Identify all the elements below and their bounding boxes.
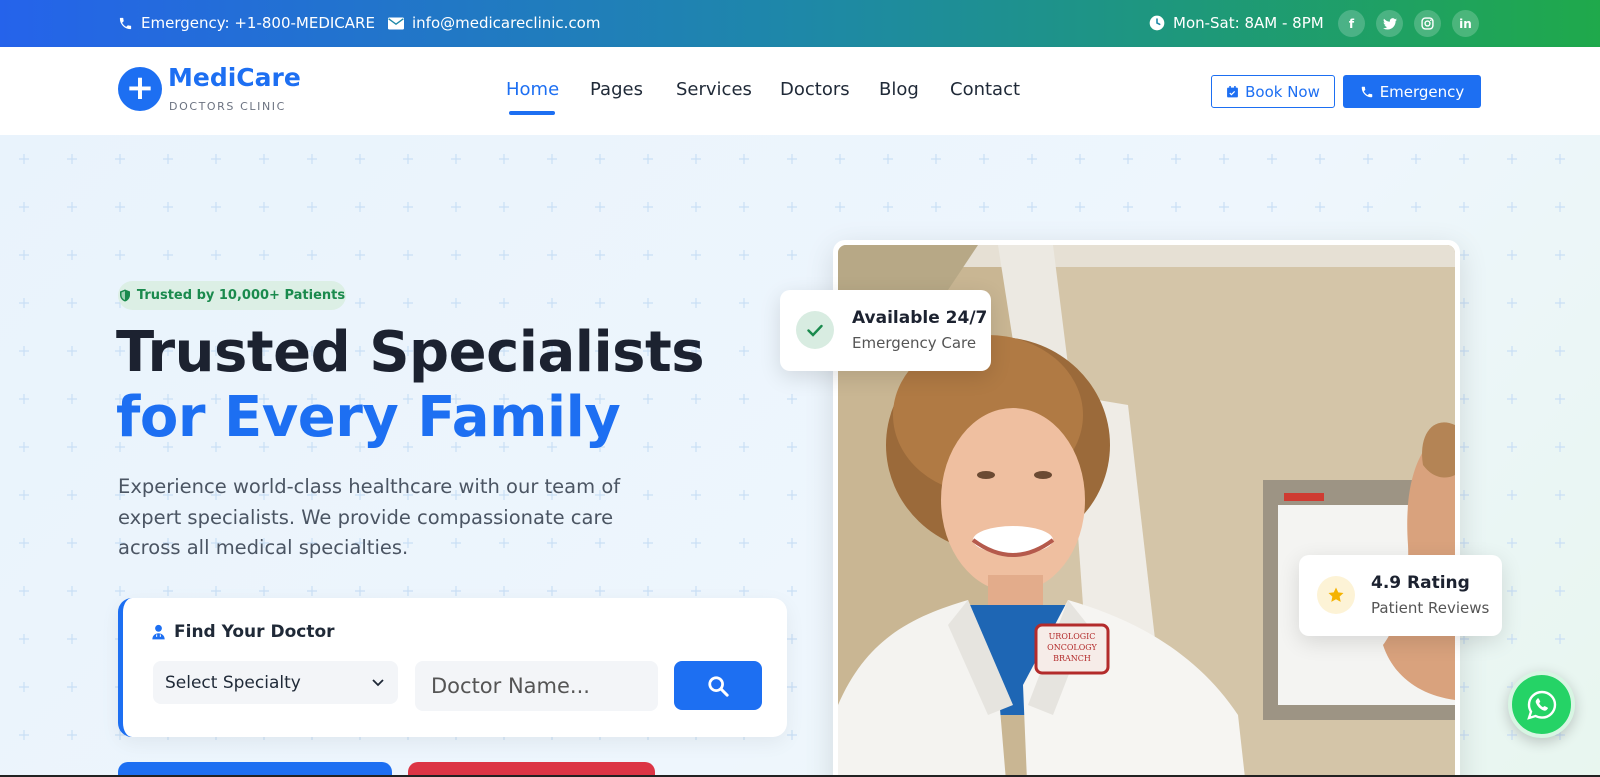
- chevron-down-icon: [372, 678, 384, 686]
- nav-pages[interactable]: Pages: [590, 79, 643, 100]
- opening-hours-text: Mon-Sat: 8AM - 8PM: [1173, 14, 1324, 32]
- specialty-select-value: Select Specialty: [165, 672, 301, 693]
- rating-card: 4.9 Rating Patient Reviews: [1299, 555, 1502, 636]
- hero-section: Trusted by 10,000+ Patients Trusted Spec…: [0, 135, 1600, 777]
- emergency-label: Emergency: [1379, 82, 1465, 101]
- main-navbar: + MediCare DOCTORS CLINIC Home Pages Ser…: [0, 47, 1600, 135]
- top-info-bar: Emergency: +1-800-MEDICARE info@medicare…: [0, 0, 1600, 47]
- find-doctor-panel: Find Your Doctor Select Specialty: [118, 598, 787, 737]
- star-icon: [1317, 576, 1355, 614]
- emergency-phone[interactable]: Emergency: +1-800-MEDICARE: [118, 14, 375, 32]
- nav-home[interactable]: Home: [506, 79, 559, 100]
- hero-title-line1: Trusted Specialists: [116, 320, 705, 385]
- shield-icon: [119, 289, 130, 302]
- doctor-name-input[interactable]: [415, 661, 658, 711]
- facebook-icon[interactable]: f: [1338, 10, 1365, 37]
- coat-patch-line2: ONCOLOGY: [1047, 643, 1097, 652]
- specialty-select[interactable]: Select Specialty: [153, 661, 398, 704]
- nav-services[interactable]: Services: [676, 79, 752, 100]
- logo-plus-icon[interactable]: +: [118, 67, 162, 111]
- coat-patch-line3: BRANCH: [1053, 654, 1091, 663]
- rating-title: 4.9 Rating: [1371, 573, 1470, 593]
- book-now-label: Book Now: [1245, 82, 1320, 101]
- coat-patch-line1: UROLOGIC: [1049, 632, 1096, 641]
- check-icon: [796, 311, 834, 349]
- brand-tagline: DOCTORS CLINIC: [169, 100, 286, 113]
- hero-title-line2: for Every Family: [116, 385, 621, 450]
- availability-subtitle: Emergency Care: [852, 334, 977, 352]
- email-text: info@medicareclinic.com: [412, 14, 601, 32]
- brand-name[interactable]: MediCare: [168, 63, 301, 92]
- trust-badge: Trusted by 10,000+ Patients: [118, 281, 346, 310]
- book-now-button[interactable]: Book Now: [1211, 75, 1335, 108]
- twitter-icon[interactable]: [1376, 10, 1403, 37]
- find-doctor-title: Find Your Doctor: [174, 622, 335, 642]
- search-icon: [708, 675, 729, 697]
- emergency-phone-text: Emergency: +1-800-MEDICARE: [141, 14, 375, 32]
- availability-card: Available 24/7 Emergency Care: [780, 290, 991, 371]
- phone-icon: [119, 17, 132, 29]
- nav-doctors[interactable]: Doctors: [780, 79, 850, 100]
- instagram-icon[interactable]: [1414, 10, 1441, 37]
- search-button[interactable]: [674, 661, 762, 710]
- trust-badge-text: Trusted by 10,000+ Patients: [136, 288, 346, 303]
- phone-icon: [1361, 86, 1372, 97]
- hero-description: Experience world-class healthcare with o…: [118, 475, 621, 559]
- calendar-icon: [1227, 85, 1239, 97]
- clock-icon: [1149, 15, 1165, 31]
- opening-hours: Mon-Sat: 8AM - 8PM: [1149, 14, 1324, 32]
- find-doctor-heading: Find Your Doctor: [151, 622, 335, 642]
- nav-active-indicator: [509, 111, 555, 115]
- nav-contact[interactable]: Contact: [950, 79, 1020, 100]
- email-link[interactable]: info@medicareclinic.com: [388, 14, 600, 32]
- emergency-button[interactable]: Emergency: [1343, 75, 1481, 108]
- envelope-icon: [388, 17, 404, 29]
- whatsapp-button[interactable]: [1508, 671, 1575, 738]
- availability-title: Available 24/7: [852, 308, 988, 328]
- nav-blog[interactable]: Blog: [879, 79, 919, 100]
- whatsapp-icon: [1526, 690, 1556, 720]
- linkedin-icon[interactable]: in: [1452, 10, 1479, 37]
- doctor-icon: [152, 624, 165, 640]
- rating-subtitle: Patient Reviews: [1371, 599, 1490, 617]
